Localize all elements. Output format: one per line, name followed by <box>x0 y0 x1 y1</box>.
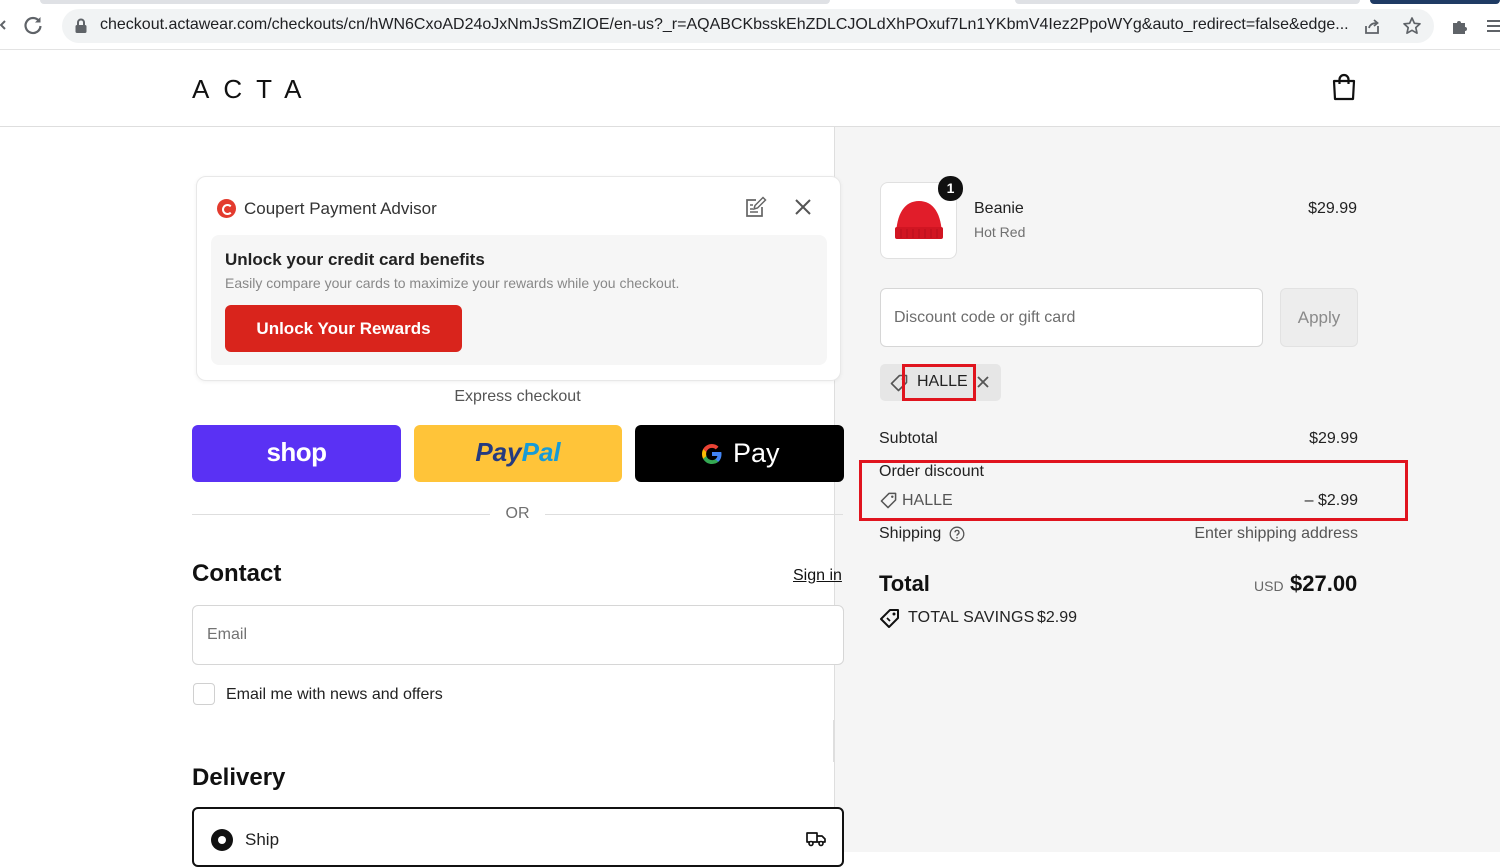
browser-toolbar: checkout.actawear.com/checkouts/cn/hWN6C… <box>0 0 1500 50</box>
site-header: ACTA <box>0 50 1500 127</box>
subtotal-value: $29.99 <box>1309 430 1358 447</box>
delivery-heading: Delivery <box>192 764 286 791</box>
total-savings-value: $2.99 <box>1037 609 1078 626</box>
url-text[interactable]: checkout.actawear.com/checkouts/cn/hWN6C… <box>100 16 1350 34</box>
remove-code-icon[interactable] <box>976 375 990 389</box>
unlock-rewards-button[interactable]: Unlock Your Rewards <box>225 305 462 352</box>
or-label: OR <box>505 505 530 522</box>
browser-tab[interactable] <box>1015 0 1360 4</box>
order-discount-code: HALLE <box>902 492 953 509</box>
quantity-badge: 1 <box>938 176 963 201</box>
ship-option[interactable]: Ship <box>192 807 844 867</box>
paypal-label-pal: Pal <box>521 437 561 467</box>
help-circle-icon[interactable] <box>949 526 965 542</box>
bookmark-star-icon[interactable] <box>1402 16 1422 36</box>
express-checkout-label: Express checkout <box>454 388 581 405</box>
coupert-advisor-card: Coupert Payment Advisor Unlock your cred… <box>196 176 841 381</box>
share-icon[interactable] <box>1362 17 1382 37</box>
shipping-label: Shipping <box>879 525 942 542</box>
ship-radio[interactable] <box>211 829 233 851</box>
or-divider-right <box>545 514 843 515</box>
shop-pay-button[interactable]: shop <box>192 425 401 482</box>
order-discount-label: Order discount <box>879 463 984 480</box>
browser-tab[interactable] <box>40 0 830 4</box>
address-bar[interactable]: checkout.actawear.com/checkouts/cn/hWN6C… <box>62 9 1434 43</box>
contact-heading: Contact <box>192 560 282 587</box>
acta-logo[interactable]: ACTA <box>192 74 315 105</box>
product-variant: Hot Red <box>974 224 1026 240</box>
close-icon[interactable] <box>794 198 812 216</box>
product-price: $29.99 <box>1308 200 1357 217</box>
ship-label: Ship <box>245 830 280 849</box>
discount-code-field[interactable] <box>880 288 1263 347</box>
edit-note-icon[interactable] <box>745 196 767 218</box>
order-discount-value: – $2.99 <box>1304 492 1358 509</box>
coupert-rewards-panel: Unlock your credit card benefits Easily … <box>211 235 827 365</box>
news-offers-checkbox[interactable] <box>193 683 215 705</box>
unlock-title: Unlock your credit card benefits <box>225 250 485 269</box>
sign-in-link[interactable]: Sign in <box>793 567 842 585</box>
tag-icon <box>880 492 897 509</box>
unlock-subtext: Easily compare your cards to maximize yo… <box>225 275 680 291</box>
savings-tag-icon <box>880 609 899 628</box>
total-savings-label: TOTAL SAVINGS <box>908 609 1035 626</box>
applied-code-label: HALLE <box>917 373 968 390</box>
extensions-puzzle-icon[interactable] <box>1450 16 1470 36</box>
total-value: $27.00 <box>1290 571 1358 596</box>
google-pay-button[interactable]: Pay <box>635 425 844 482</box>
pane-divider <box>833 720 834 762</box>
apply-button[interactable]: Apply <box>1280 288 1358 347</box>
email-field[interactable] <box>192 605 844 665</box>
total-label: Total <box>879 571 930 596</box>
back-arrow-icon[interactable] <box>0 20 6 30</box>
tag-icon <box>890 374 908 392</box>
reload-icon[interactable] <box>22 14 44 36</box>
coupert-logo-icon <box>217 199 236 218</box>
browser-menu-icon[interactable] <box>1487 18 1500 34</box>
google-g-icon <box>702 444 722 464</box>
subtotal-label: Subtotal <box>879 430 938 447</box>
shipping-value: Enter shipping address <box>1194 525 1358 542</box>
shopping-bag-icon[interactable] <box>1330 72 1358 102</box>
applied-discount-chip: HALLE <box>880 364 1001 401</box>
news-offers-label[interactable]: Email me with news and offers <box>226 686 443 704</box>
currency-code: USD <box>1254 578 1284 594</box>
or-divider-left <box>192 514 490 515</box>
paypal-button[interactable]: PayPal <box>414 425 622 482</box>
coupert-title: Coupert Payment Advisor <box>244 199 437 218</box>
gpay-label: Pay <box>725 438 780 468</box>
browser-tab[interactable] <box>1370 0 1500 4</box>
lock-icon <box>75 18 87 33</box>
paypal-label-pay: Pay <box>475 437 522 467</box>
product-name: Beanie <box>974 200 1024 217</box>
truck-icon <box>806 832 826 847</box>
